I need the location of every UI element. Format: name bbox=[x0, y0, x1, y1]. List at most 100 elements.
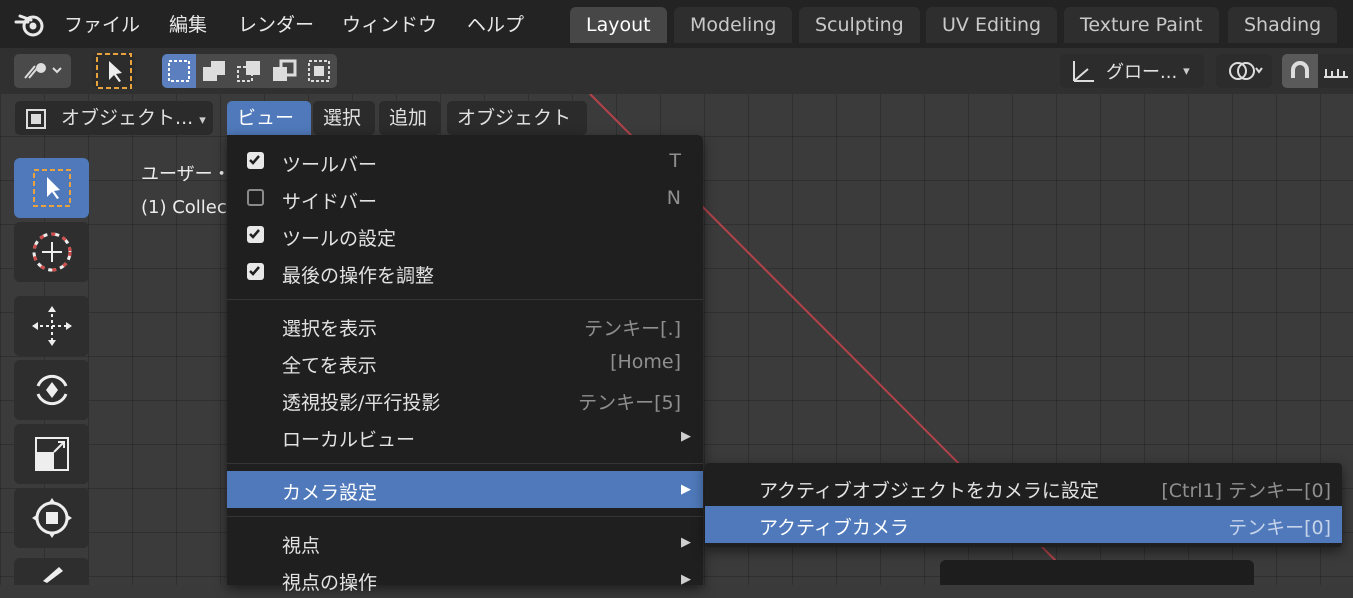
menu-edit[interactable]: 編集 bbox=[169, 10, 207, 37]
tab-texture-paint[interactable]: Texture Paint bbox=[1064, 7, 1219, 43]
select-box-icon bbox=[32, 169, 71, 207]
menu-add[interactable]: 追加 bbox=[379, 101, 441, 135]
menu-item-label: 視点の操作 bbox=[282, 572, 378, 594]
select-box-icon bbox=[95, 53, 132, 89]
transform-tool[interactable] bbox=[14, 488, 89, 548]
menu-separator bbox=[227, 516, 703, 517]
mode-set-button[interactable] bbox=[162, 54, 196, 88]
menu-window[interactable]: ウィンドウ bbox=[342, 10, 437, 37]
check-icon bbox=[249, 266, 260, 276]
shortcut-label: テンキー[.] bbox=[584, 318, 681, 340]
object-mode-icon bbox=[26, 108, 46, 129]
menu-item-navigation[interactable]: 視点の操作 ▶ bbox=[227, 561, 703, 598]
pencil-icon bbox=[42, 566, 63, 583]
link-icon bbox=[1229, 62, 1263, 80]
move-tool[interactable] bbox=[14, 296, 89, 356]
shortcut-label: [Home] bbox=[610, 351, 681, 373]
menu-item-label: 全てを表示 bbox=[282, 355, 377, 377]
tab-modeling[interactable]: Modeling bbox=[674, 7, 793, 43]
selection-mode-group bbox=[162, 54, 337, 88]
select-new-icon bbox=[168, 60, 190, 82]
mode-extend-button[interactable] bbox=[196, 54, 231, 88]
menu-item-set-active-object-as-camera[interactable]: アクティブオブジェクトをカメラに設定 [Ctrl1] テンキー[0] bbox=[705, 469, 1342, 506]
menu-item-label: ローカルビュー bbox=[282, 429, 416, 451]
pivot-point-dropdown[interactable] bbox=[1216, 54, 1272, 88]
mode-selector-dropdown[interactable]: オブジェクト... ▾ bbox=[15, 101, 213, 135]
check-icon bbox=[249, 155, 260, 165]
menu-toggle-adjust-last-operation[interactable]: 最後の操作を調整 bbox=[227, 254, 703, 291]
cursor-tool[interactable] bbox=[14, 222, 89, 282]
checkbox[interactable] bbox=[247, 189, 264, 206]
menu-help[interactable]: ヘルプ bbox=[467, 10, 524, 37]
checkbox[interactable] bbox=[247, 226, 264, 243]
menu-item-label: ツールバー bbox=[282, 154, 378, 176]
mode-subtract-button[interactable] bbox=[231, 54, 266, 88]
menu-separator bbox=[227, 463, 703, 464]
move-arrows-icon bbox=[31, 306, 72, 346]
select-difference-icon bbox=[272, 59, 296, 81]
menu-object[interactable]: オブジェクト bbox=[447, 101, 587, 135]
checkbox[interactable] bbox=[247, 152, 264, 169]
ruler-icon bbox=[1323, 69, 1348, 78]
magnet-icon bbox=[1291, 61, 1309, 78]
shortcut-label: N bbox=[666, 187, 681, 209]
menu-item-frame-all[interactable]: 全てを表示 [Home] bbox=[227, 344, 703, 381]
checkbox[interactable] bbox=[247, 263, 264, 280]
transform-orientation-dropdown[interactable]: グロー... ▾ bbox=[1060, 54, 1204, 88]
transform-icon bbox=[31, 498, 72, 538]
menu-item-perspective-ortho[interactable]: 透視投影/平行投影 テンキー[5] bbox=[227, 381, 703, 418]
operator-panel bbox=[940, 560, 1254, 585]
submenu-arrow-icon: ▶ bbox=[681, 429, 691, 444]
mode-intersect-button[interactable] bbox=[301, 54, 336, 88]
menu-item-label: カメラ設定 bbox=[282, 482, 378, 504]
select-extend-icon bbox=[202, 61, 225, 81]
pivot-icon bbox=[23, 63, 62, 79]
select-box-tool[interactable] bbox=[14, 158, 89, 218]
scale-tool[interactable] bbox=[14, 424, 89, 484]
select-tool-button[interactable] bbox=[92, 53, 135, 89]
menu-toggle-toolbar[interactable]: ツールバー T bbox=[227, 143, 703, 180]
menu-item-frame-selected[interactable]: 選択を表示 テンキー[.] bbox=[227, 307, 703, 344]
snap-increment-button[interactable] bbox=[1318, 54, 1353, 88]
tab-layout[interactable]: Layout bbox=[570, 7, 667, 43]
tab-uv-editing[interactable]: UV Editing bbox=[926, 7, 1058, 43]
select-subtract-icon bbox=[236, 61, 260, 82]
menu-item-label: 透視投影/平行投影 bbox=[282, 392, 441, 414]
scale-icon bbox=[34, 437, 69, 471]
tab-sculpting[interactable]: Sculpting bbox=[799, 7, 920, 43]
blender-logo-icon[interactable] bbox=[14, 8, 46, 40]
menu-item-viewpoint[interactable]: 視点 ▶ bbox=[227, 524, 703, 561]
menu-view[interactable]: ビュー bbox=[227, 101, 311, 135]
menu-select[interactable]: 選択 bbox=[313, 101, 375, 135]
orientation-label: グロー... bbox=[1106, 62, 1178, 83]
menu-item-active-camera[interactable]: アクティブカメラ テンキー[0] bbox=[705, 506, 1342, 543]
check-icon bbox=[249, 229, 260, 239]
view-menu-dropdown: ツールバー T サイドバー N ツールの設定 最後の操作を調整 選択を表示 テン… bbox=[227, 135, 703, 594]
chevron-down-icon: ▾ bbox=[1183, 63, 1190, 79]
shortcut-label: [Ctrl1] テンキー[0] bbox=[1161, 480, 1331, 502]
shortcut-label: T bbox=[669, 150, 681, 172]
menu-item-label: ツールの設定 bbox=[282, 228, 397, 250]
tab-shading[interactable]: Shading bbox=[1228, 7, 1338, 43]
snap-toggle-button[interactable] bbox=[1282, 54, 1318, 88]
menu-item-label: 視点 bbox=[282, 535, 321, 557]
menu-item-camera-settings[interactable]: カメラ設定 ▶ bbox=[227, 471, 703, 508]
menu-item-label: 選択を表示 bbox=[282, 318, 378, 340]
annotate-tool[interactable] bbox=[14, 558, 89, 585]
rotate-icon bbox=[36, 374, 67, 406]
transform-pivot-button[interactable] bbox=[14, 54, 71, 88]
shortcut-label: テンキー[0] bbox=[1228, 517, 1331, 539]
chevron-down-icon: ▾ bbox=[199, 113, 206, 128]
menu-file[interactable]: ファイル bbox=[64, 10, 140, 37]
submenu-arrow-icon: ▶ bbox=[681, 482, 691, 497]
menu-render[interactable]: レンダー bbox=[238, 10, 314, 37]
menu-separator bbox=[227, 299, 703, 300]
menu-toggle-sidebar[interactable]: サイドバー N bbox=[227, 180, 703, 217]
cursor-icon bbox=[32, 232, 71, 272]
menu-item-label: アクティブオブジェクトをカメラに設定 bbox=[759, 480, 1099, 502]
camera-submenu: アクティブオブジェクトをカメラに設定 [Ctrl1] テンキー[0] アクティブ… bbox=[705, 463, 1342, 547]
menu-item-local-view[interactable]: ローカルビュー ▶ bbox=[227, 418, 703, 455]
mode-difference-button[interactable] bbox=[266, 54, 301, 88]
menu-toggle-tool-settings[interactable]: ツールの設定 bbox=[227, 217, 703, 254]
rotate-tool[interactable] bbox=[14, 360, 89, 420]
